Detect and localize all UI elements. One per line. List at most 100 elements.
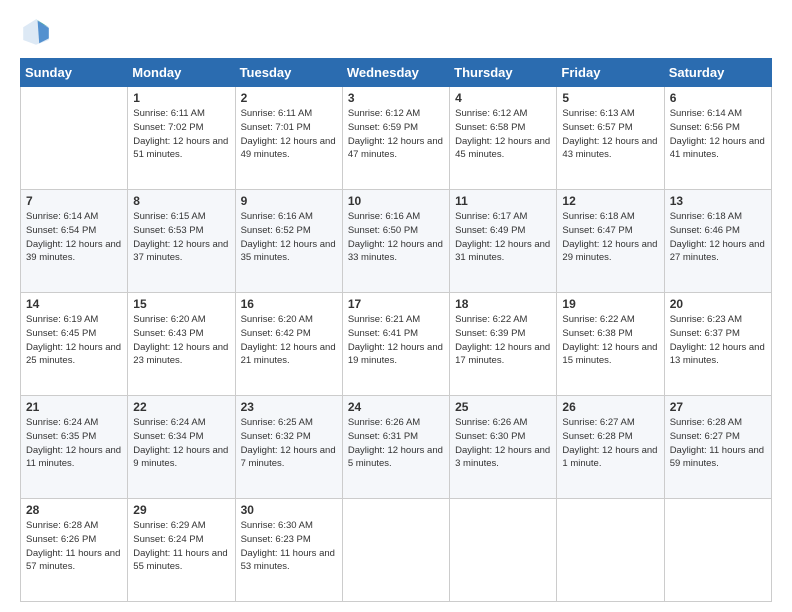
day-number: 15 — [133, 297, 229, 311]
day-number: 17 — [348, 297, 444, 311]
calendar-cell: 6 Sunrise: 6:14 AMSunset: 6:56 PMDaylight… — [664, 87, 771, 190]
day-number: 28 — [26, 503, 122, 517]
day-number: 5 — [562, 91, 658, 105]
calendar-cell: 1 Sunrise: 6:11 AMSunset: 7:02 PMDaylight… — [128, 87, 235, 190]
cell-sun-info: Sunrise: 6:14 AMSunset: 6:54 PMDaylight:… — [26, 210, 122, 265]
cell-sun-info: Sunrise: 6:14 AMSunset: 6:56 PMDaylight:… — [670, 107, 766, 162]
logo-icon — [20, 16, 52, 48]
day-number: 13 — [670, 194, 766, 208]
cell-sun-info: Sunrise: 6:28 AMSunset: 6:26 PMDaylight:… — [26, 519, 122, 574]
calendar-cell — [342, 499, 449, 602]
calendar-cell: 17 Sunrise: 6:21 AMSunset: 6:41 PMDayligh… — [342, 293, 449, 396]
calendar-cell: 21 Sunrise: 6:24 AMSunset: 6:35 PMDayligh… — [21, 396, 128, 499]
day-number: 6 — [670, 91, 766, 105]
cell-sun-info: Sunrise: 6:12 AMSunset: 6:59 PMDaylight:… — [348, 107, 444, 162]
calendar-cell: 11Sunrise: 6:17 AMSunset: 6:49 PMDayligh… — [450, 190, 557, 293]
calendar-cell: 20Sunrise: 6:23 AMSunset: 6:37 PMDayligh… — [664, 293, 771, 396]
calendar-cell: 13 Sunrise: 6:18 AMSunset: 6:46 PMDayligh… — [664, 190, 771, 293]
header-day-saturday: Saturday — [664, 59, 771, 87]
calendar-cell: 24 Sunrise: 6:26 AMSunset: 6:31 PMDayligh… — [342, 396, 449, 499]
day-number: 4 — [455, 91, 551, 105]
day-number: 16 — [241, 297, 337, 311]
cell-sun-info: Sunrise: 6:23 AMSunset: 6:37 PMDaylight:… — [670, 313, 766, 368]
day-number: 25 — [455, 400, 551, 414]
day-number: 24 — [348, 400, 444, 414]
calendar-cell: 12 Sunrise: 6:18 AMSunset: 6:47 PMDayligh… — [557, 190, 664, 293]
cell-sun-info: Sunrise: 6:16 AMSunset: 6:52 PMDaylight:… — [241, 210, 337, 265]
header-day-friday: Friday — [557, 59, 664, 87]
calendar-week-5: 28 Sunrise: 6:28 AMSunset: 6:26 PMDayligh… — [21, 499, 772, 602]
calendar-cell: 4 Sunrise: 6:12 AMSunset: 6:58 PMDaylight… — [450, 87, 557, 190]
calendar-cell: 14 Sunrise: 6:19 AMSunset: 6:45 PMDayligh… — [21, 293, 128, 396]
calendar-cell: 5 Sunrise: 6:13 AMSunset: 6:57 PMDaylight… — [557, 87, 664, 190]
calendar-cell: 30 Sunrise: 6:30 AMSunset: 6:23 PMDayligh… — [235, 499, 342, 602]
day-number: 23 — [241, 400, 337, 414]
day-number: 30 — [241, 503, 337, 517]
cell-sun-info: Sunrise: 6:26 AMSunset: 6:30 PMDaylight:… — [455, 416, 551, 471]
cell-sun-info: Sunrise: 6:26 AMSunset: 6:31 PMDaylight:… — [348, 416, 444, 471]
calendar-cell — [557, 499, 664, 602]
header — [20, 16, 772, 48]
cell-sun-info: Sunrise: 6:11 AMSunset: 7:02 PMDaylight:… — [133, 107, 229, 162]
calendar-cell: 16 Sunrise: 6:20 AMSunset: 6:42 PMDayligh… — [235, 293, 342, 396]
cell-sun-info: Sunrise: 6:22 AMSunset: 6:38 PMDaylight:… — [562, 313, 658, 368]
cell-sun-info: Sunrise: 6:18 AMSunset: 6:46 PMDaylight:… — [670, 210, 766, 265]
calendar-week-4: 21 Sunrise: 6:24 AMSunset: 6:35 PMDayligh… — [21, 396, 772, 499]
calendar-cell: 19 Sunrise: 6:22 AMSunset: 6:38 PMDayligh… — [557, 293, 664, 396]
day-number: 11 — [455, 194, 551, 208]
cell-sun-info: Sunrise: 6:22 AMSunset: 6:39 PMDaylight:… — [455, 313, 551, 368]
day-number: 26 — [562, 400, 658, 414]
calendar-cell: 23Sunrise: 6:25 AMSunset: 6:32 PMDayligh… — [235, 396, 342, 499]
header-day-sunday: Sunday — [21, 59, 128, 87]
cell-sun-info: Sunrise: 6:28 AMSunset: 6:27 PMDaylight:… — [670, 416, 766, 471]
cell-sun-info: Sunrise: 6:11 AMSunset: 7:01 PMDaylight:… — [241, 107, 337, 162]
calendar-cell — [21, 87, 128, 190]
cell-sun-info: Sunrise: 6:16 AMSunset: 6:50 PMDaylight:… — [348, 210, 444, 265]
header-day-monday: Monday — [128, 59, 235, 87]
cell-sun-info: Sunrise: 6:13 AMSunset: 6:57 PMDaylight:… — [562, 107, 658, 162]
day-number: 19 — [562, 297, 658, 311]
calendar-cell: 3 Sunrise: 6:12 AMSunset: 6:59 PMDaylight… — [342, 87, 449, 190]
logo — [20, 16, 56, 48]
day-number: 9 — [241, 194, 337, 208]
cell-sun-info: Sunrise: 6:24 AMSunset: 6:35 PMDaylight:… — [26, 416, 122, 471]
header-day-tuesday: Tuesday — [235, 59, 342, 87]
day-number: 12 — [562, 194, 658, 208]
cell-sun-info: Sunrise: 6:27 AMSunset: 6:28 PMDaylight:… — [562, 416, 658, 471]
cell-sun-info: Sunrise: 6:21 AMSunset: 6:41 PMDaylight:… — [348, 313, 444, 368]
day-number: 27 — [670, 400, 766, 414]
calendar-cell: 8Sunrise: 6:15 AMSunset: 6:53 PMDaylight… — [128, 190, 235, 293]
day-number: 18 — [455, 297, 551, 311]
calendar-week-3: 14 Sunrise: 6:19 AMSunset: 6:45 PMDayligh… — [21, 293, 772, 396]
day-number: 14 — [26, 297, 122, 311]
cell-sun-info: Sunrise: 6:24 AMSunset: 6:34 PMDaylight:… — [133, 416, 229, 471]
calendar-cell: 2Sunrise: 6:11 AMSunset: 7:01 PMDaylight… — [235, 87, 342, 190]
calendar-cell: 9 Sunrise: 6:16 AMSunset: 6:52 PMDaylight… — [235, 190, 342, 293]
day-number: 1 — [133, 91, 229, 105]
page: SundayMondayTuesdayWednesdayThursdayFrid… — [0, 0, 792, 612]
calendar-week-2: 7 Sunrise: 6:14 AMSunset: 6:54 PMDaylight… — [21, 190, 772, 293]
calendar-cell: 22 Sunrise: 6:24 AMSunset: 6:34 PMDayligh… — [128, 396, 235, 499]
header-day-thursday: Thursday — [450, 59, 557, 87]
day-number: 21 — [26, 400, 122, 414]
cell-sun-info: Sunrise: 6:20 AMSunset: 6:42 PMDaylight:… — [241, 313, 337, 368]
calendar-header-row: SundayMondayTuesdayWednesdayThursdayFrid… — [21, 59, 772, 87]
calendar-cell: 29 Sunrise: 6:29 AMSunset: 6:24 PMDayligh… — [128, 499, 235, 602]
calendar-cell: 25 Sunrise: 6:26 AMSunset: 6:30 PMDayligh… — [450, 396, 557, 499]
cell-sun-info: Sunrise: 6:29 AMSunset: 6:24 PMDaylight:… — [133, 519, 229, 574]
day-number: 3 — [348, 91, 444, 105]
calendar-cell: 28 Sunrise: 6:28 AMSunset: 6:26 PMDayligh… — [21, 499, 128, 602]
cell-sun-info: Sunrise: 6:15 AMSunset: 6:53 PMDaylight:… — [133, 210, 229, 265]
cell-sun-info: Sunrise: 6:30 AMSunset: 6:23 PMDaylight:… — [241, 519, 337, 574]
calendar-cell: 26 Sunrise: 6:27 AMSunset: 6:28 PMDayligh… — [557, 396, 664, 499]
cell-sun-info: Sunrise: 6:19 AMSunset: 6:45 PMDaylight:… — [26, 313, 122, 368]
calendar-table: SundayMondayTuesdayWednesdayThursdayFrid… — [20, 58, 772, 602]
day-number: 29 — [133, 503, 229, 517]
calendar-cell — [450, 499, 557, 602]
day-number: 7 — [26, 194, 122, 208]
calendar-cell: 7 Sunrise: 6:14 AMSunset: 6:54 PMDaylight… — [21, 190, 128, 293]
calendar-week-1: 1 Sunrise: 6:11 AMSunset: 7:02 PMDaylight… — [21, 87, 772, 190]
day-number: 22 — [133, 400, 229, 414]
cell-sun-info: Sunrise: 6:12 AMSunset: 6:58 PMDaylight:… — [455, 107, 551, 162]
cell-sun-info: Sunrise: 6:18 AMSunset: 6:47 PMDaylight:… — [562, 210, 658, 265]
